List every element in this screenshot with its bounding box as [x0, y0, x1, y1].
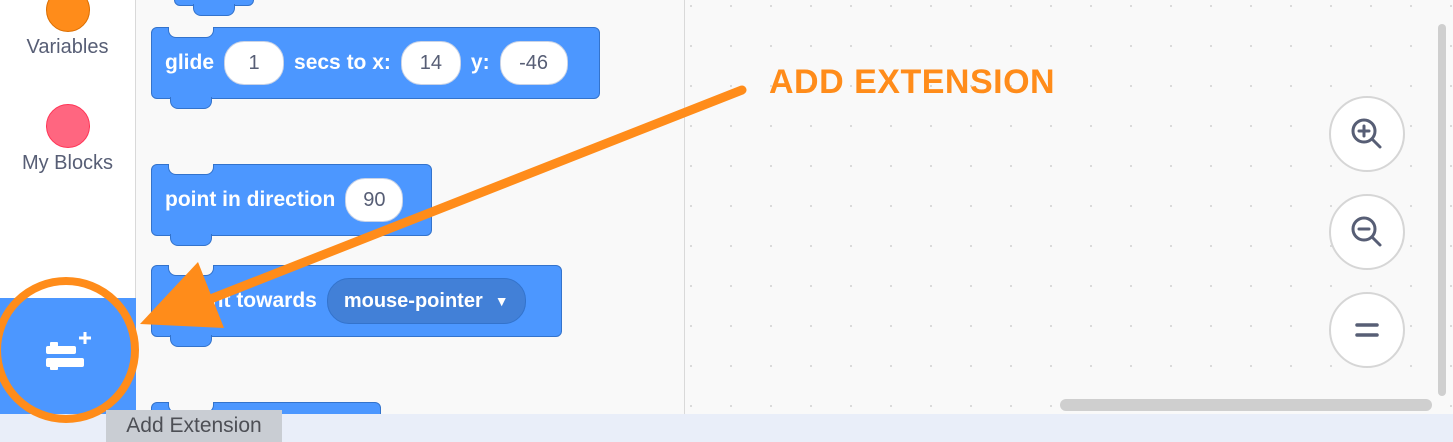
category-variables-label: Variables: [26, 36, 109, 58]
direction-input[interactable]: 90: [345, 178, 404, 222]
zoom-out-icon: [1351, 216, 1382, 247]
block-top-notch: [168, 164, 214, 175]
point-towards-value: mouse-pointer: [343, 289, 483, 312]
my-blocks-color-dot: [45, 104, 90, 148]
glide-label: glide: [165, 51, 215, 74]
add-extension-button[interactable]: [0, 298, 136, 414]
point-in-direction-block[interactable]: point in direction 90: [151, 164, 432, 246]
block-notch: [170, 97, 212, 109]
block-top-notch: [168, 27, 214, 38]
glide-y-label: y:: [470, 51, 490, 74]
zoom-in-icon: [1351, 118, 1382, 149]
point-towards-label: oint towards: [192, 289, 317, 312]
category-menu: Variables My Blocks: [0, 0, 136, 298]
point-towards-dropdown[interactable]: mouse-pointer ▼: [326, 278, 526, 324]
glide-secs-label: secs to x:: [294, 51, 391, 74]
block-top-notch: [168, 265, 214, 276]
glide-block[interactable]: glide 1 secs to x: 14 y: -46: [151, 27, 600, 109]
zoom-in-button[interactable]: [1329, 96, 1405, 172]
dropdown-caret-icon: ▼: [494, 293, 509, 309]
glide-secs-input[interactable]: 1: [224, 41, 285, 85]
category-variables[interactable]: Variables: [0, 0, 135, 59]
zoom-reset-icon: [1355, 323, 1379, 337]
add-extension-tooltip: Add Extension: [106, 410, 282, 442]
block-notch: [193, 4, 235, 16]
glide-x-input[interactable]: 14: [400, 41, 461, 85]
vertical-scrollbar[interactable]: [1438, 24, 1446, 396]
block-notch: [170, 335, 212, 347]
category-my-blocks[interactable]: My Blocks: [0, 104, 135, 175]
variables-color-dot: [45, 0, 90, 32]
point-in-direction-label: point in direction: [165, 188, 336, 211]
add-extension-icon: [46, 332, 91, 370]
zoom-reset-button[interactable]: [1329, 292, 1405, 368]
block-palette: glide 1 secs to x: 14 y: -46 point in di…: [136, 0, 685, 414]
partial-block-top[interactable]: [174, 0, 254, 16]
category-my-blocks-label: My Blocks: [21, 152, 114, 174]
block-notch: [170, 234, 212, 246]
glide-y-input[interactable]: -46: [499, 41, 568, 85]
zoom-out-button[interactable]: [1329, 194, 1405, 270]
horizontal-scrollbar[interactable]: [1060, 399, 1432, 411]
add-extension-annotation: ADD EXTENSION: [769, 63, 1056, 101]
point-towards-block[interactable]: oint towards mouse-pointer ▼: [151, 265, 562, 347]
